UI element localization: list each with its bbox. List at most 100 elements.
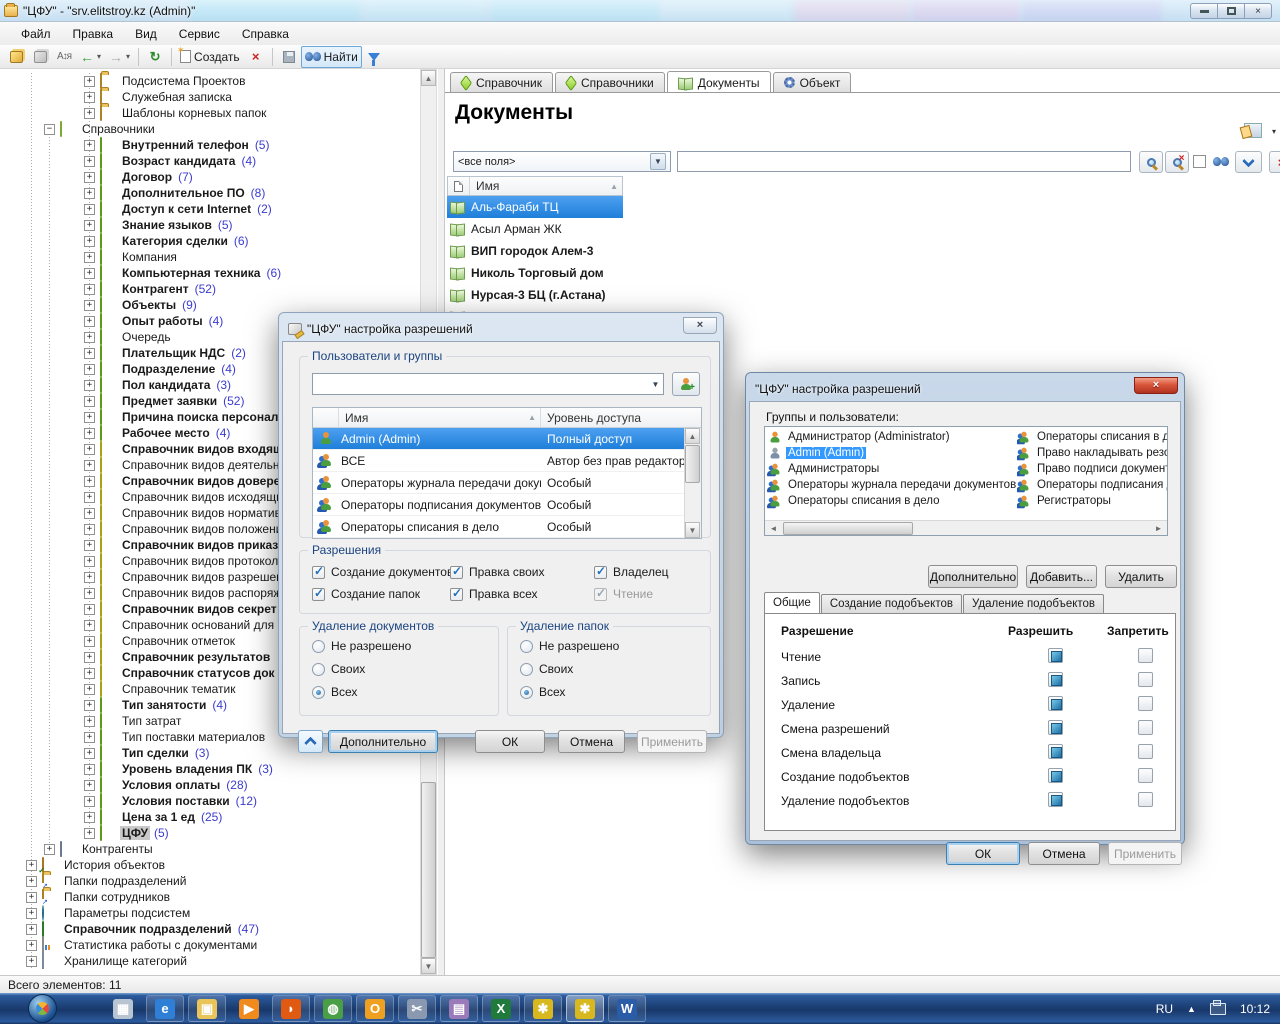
ok-button[interactable]: ОК	[946, 842, 1020, 865]
tree-expand-toggle[interactable]: +	[84, 76, 95, 87]
tree-item[interactable]: +Тип занятости(4)	[84, 697, 227, 713]
tree-expand-toggle[interactable]: +	[84, 556, 95, 567]
search-button[interactable]	[1139, 151, 1163, 173]
tab-Документы[interactable]: Документы	[667, 71, 771, 93]
close-button[interactable]: ×	[1244, 3, 1272, 19]
tree-item[interactable]: +Справочник результатов	[84, 649, 272, 665]
tree-expand-toggle[interactable]: +	[84, 668, 95, 679]
radio-button[interactable]	[312, 640, 325, 653]
user-row[interactable]: Операторы журнала передачи докум...Особы…	[313, 472, 701, 494]
tree-item[interactable]: +Справочник тематик	[84, 681, 237, 697]
allow-checkbox[interactable]	[1048, 768, 1063, 783]
apply-button[interactable]: Применить	[637, 730, 707, 753]
expand-search-button[interactable]	[1235, 151, 1262, 173]
back-button[interactable]: ←▾	[76, 46, 105, 68]
group-user-item[interactable]: Право накладывать резолюц	[1017, 445, 1167, 461]
tree-expand-toggle[interactable]: +	[84, 780, 95, 791]
tree-expand-toggle[interactable]: +	[84, 396, 95, 407]
tree-expand-toggle[interactable]: +	[84, 732, 95, 743]
taskbar-app-gear-2[interactable]: ✱	[566, 995, 604, 1022]
tree-expand-toggle[interactable]: +	[84, 428, 95, 439]
document-row[interactable]: Аль-Фараби ТЦ	[447, 196, 623, 218]
tree-item[interactable]: +Справочник отметок	[84, 633, 237, 649]
group-user-item[interactable]: Администратор (Administrator)	[768, 429, 1018, 445]
tree-item[interactable]: +Категория сделки(6)	[84, 233, 249, 249]
group-user-item[interactable]: Право подписи документов	[1017, 461, 1167, 477]
tree-item[interactable]: +Справочник видов секрет	[84, 601, 279, 617]
filter-button[interactable]	[362, 46, 386, 68]
tree-item[interactable]: +Опыт работы(4)	[84, 313, 223, 329]
find-in-results-button[interactable]	[1209, 151, 1233, 173]
checkbox[interactable]	[450, 588, 463, 601]
tree-item[interactable]: +Справочник видов протоколов	[84, 553, 293, 569]
remove-button[interactable]: Удалить	[1105, 565, 1177, 588]
tree-expand-toggle[interactable]: +	[84, 444, 95, 455]
taskbar-chrome[interactable]: ◍	[314, 995, 352, 1022]
tab-Справочники[interactable]: Справочники	[555, 72, 665, 92]
collapse-button[interactable]	[298, 730, 323, 753]
tree-expand-toggle[interactable]: +	[84, 508, 95, 519]
advanced-button[interactable]: Дополнительно	[928, 565, 1018, 588]
tree-expand-toggle[interactable]: +	[84, 204, 95, 215]
tree-expand-toggle[interactable]: +	[84, 492, 95, 503]
tree-expand-toggle[interactable]: +	[84, 636, 95, 647]
tree-expand-toggle[interactable]: +	[84, 268, 95, 279]
taskbar-firefox[interactable]: ◗	[272, 995, 310, 1022]
tree-expand-toggle[interactable]: +	[84, 796, 95, 807]
tree-item[interactable]: +Параметры подсистем	[26, 905, 192, 921]
user-row[interactable]: Операторы списания в делоОсобый	[313, 516, 701, 538]
tree-expand-toggle[interactable]: +	[44, 844, 55, 855]
refresh-button[interactable]: ↻	[143, 46, 167, 68]
users-table-scrollbar[interactable]: ▲ ▼	[684, 428, 701, 538]
tree-item[interactable]: +Подсистема Проектов	[84, 73, 247, 89]
tree-expand-toggle[interactable]: −	[44, 124, 55, 135]
deny-checkbox[interactable]	[1138, 672, 1153, 687]
tree-item[interactable]: +Тип затрат	[84, 713, 183, 729]
tree-item[interactable]: +Справочник подразделений(47)	[26, 921, 259, 937]
tree-expand-toggle[interactable]: +	[84, 476, 95, 487]
tree-expand-toggle[interactable]: +	[84, 604, 95, 615]
access-level-column-header[interactable]: Уровень доступа	[541, 408, 684, 427]
tree-item[interactable]: +Справочник видов распоряже	[84, 585, 290, 601]
tab-Справочник[interactable]: Справочник	[450, 72, 553, 92]
user-row[interactable]: ВСЕАвтор без прав редактора	[313, 450, 701, 472]
tree-expand-toggle[interactable]: +	[84, 92, 95, 103]
view-options-icon[interactable]	[1244, 123, 1262, 138]
taskbar-word[interactable]: W	[608, 995, 646, 1022]
tree-expand-toggle[interactable]: +	[84, 812, 95, 823]
menu-item-3[interactable]: Сервис	[168, 24, 231, 44]
tree-expand-toggle[interactable]: +	[84, 300, 95, 311]
tree-item[interactable]: +Договор(7)	[84, 169, 193, 185]
tab-Удаление подобъектов[interactable]: Удаление подобъектов	[963, 594, 1104, 613]
tree-item[interactable]: +Справочник видов довере	[84, 473, 282, 489]
radio-button[interactable]	[520, 663, 533, 676]
taskbar-media-player[interactable]: ▶	[230, 995, 268, 1022]
maximize-button[interactable]	[1217, 3, 1245, 19]
sort-button[interactable]: А↕я	[52, 46, 76, 68]
tree-item[interactable]: +Справочник видов входящ	[84, 441, 285, 457]
tree-expand-toggle[interactable]: +	[84, 764, 95, 775]
user-row[interactable]: Операторы подписания документовОсобый	[313, 494, 701, 516]
tree-item[interactable]: +Хранилище категорий	[26, 953, 189, 969]
doc-type-column-header[interactable]	[448, 177, 470, 195]
document-row[interactable]: ВИП городок Алем-3	[447, 240, 623, 262]
tree-expand-toggle[interactable]: +	[84, 188, 95, 199]
scroll-thumb[interactable]	[421, 782, 436, 958]
tree-item[interactable]: +Знание языков(5)	[84, 217, 233, 233]
tree-item[interactable]: +Дополнительное ПО(8)	[84, 185, 265, 201]
allow-checkbox[interactable]	[1048, 792, 1063, 807]
tree-item[interactable]: +Условия оплаты(28)	[84, 777, 248, 793]
tree-expand-toggle[interactable]: +	[84, 140, 95, 151]
tree-expand-toggle[interactable]: +	[84, 412, 95, 423]
taskbar-archiver[interactable]: ▤	[440, 995, 478, 1022]
deny-checkbox[interactable]	[1138, 768, 1153, 783]
window-titlebar[interactable]: "ЦФУ" - "srv.elitstroy.kz (Admin)" ×	[0, 0, 1280, 22]
group-user-item[interactable]: Регистраторы	[1017, 493, 1167, 509]
checkbox[interactable]	[594, 566, 607, 579]
clear-search-button[interactable]	[1165, 151, 1189, 173]
field-filter-combobox[interactable]: <все поля> ▼	[453, 151, 671, 172]
tree-item[interactable]: +Справочник видов положений	[84, 521, 291, 537]
group-user-item[interactable]: Операторы журнала передачи документов	[768, 477, 1018, 493]
allow-checkbox[interactable]	[1048, 648, 1063, 663]
tree-expand-toggle[interactable]: +	[84, 364, 95, 375]
